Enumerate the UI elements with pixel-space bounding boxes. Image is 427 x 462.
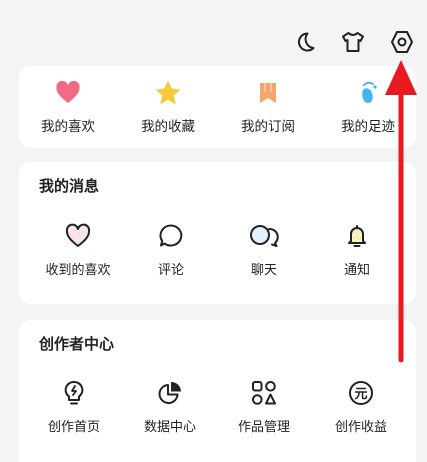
comment-icon (157, 222, 185, 250)
heart-outline-icon (64, 222, 92, 250)
footprint-icon (355, 80, 381, 106)
moon-icon[interactable] (291, 28, 319, 56)
bookmark-icon (255, 80, 281, 106)
quick-link-subscriptions[interactable]: 我的订阅 (218, 66, 318, 148)
messages-item-label: 通知 (343, 263, 370, 278)
messages-item-label: 聊天 (250, 263, 277, 278)
creator-center-card: 创作者中心 创作首页 数据中心 作品管理 元 创作收益 (19, 320, 416, 462)
messages-item-label: 评论 (157, 263, 184, 278)
grid-shapes-icon (250, 379, 278, 407)
tshirt-icon[interactable] (339, 28, 367, 56)
bell-icon (343, 222, 371, 250)
yuan-symbol: 元 (354, 387, 367, 402)
section-title: 我的消息 (39, 177, 100, 195)
yuan-coin-icon: 元 (347, 379, 375, 407)
chat-icon (248, 222, 280, 250)
settings-hex-icon[interactable] (388, 28, 416, 56)
creator-item-label: 作品管理 (237, 420, 290, 435)
quick-link-label: 我的收藏 (141, 119, 195, 135)
creator-item-label: 创作首页 (47, 420, 100, 435)
messages-card: 我的消息 收到的喜欢 评论 聊天 通知 (19, 162, 416, 304)
quick-links-card: 我的喜欢 我的收藏 我的订阅 我的足迹 (19, 66, 416, 148)
creator-item-label: 创作收益 (334, 420, 387, 435)
bulb-icon (60, 379, 88, 407)
quick-link-label: 我的订阅 (241, 119, 295, 135)
quick-link-label: 我的足迹 (341, 119, 395, 135)
quick-link-likes[interactable]: 我的喜欢 (18, 66, 118, 148)
section-title: 创作者中心 (39, 335, 115, 353)
star-icon (155, 80, 181, 106)
top-bar (0, 0, 427, 62)
quick-link-history[interactable]: 我的足迹 (318, 66, 418, 148)
quick-link-label: 我的喜欢 (41, 119, 95, 135)
heart-icon (55, 80, 81, 106)
creator-item-label: 数据中心 (143, 420, 196, 435)
quick-link-favorites[interactable]: 我的收藏 (118, 66, 218, 148)
pie-chart-icon (156, 379, 184, 407)
messages-item-label: 收到的喜欢 (45, 263, 111, 278)
